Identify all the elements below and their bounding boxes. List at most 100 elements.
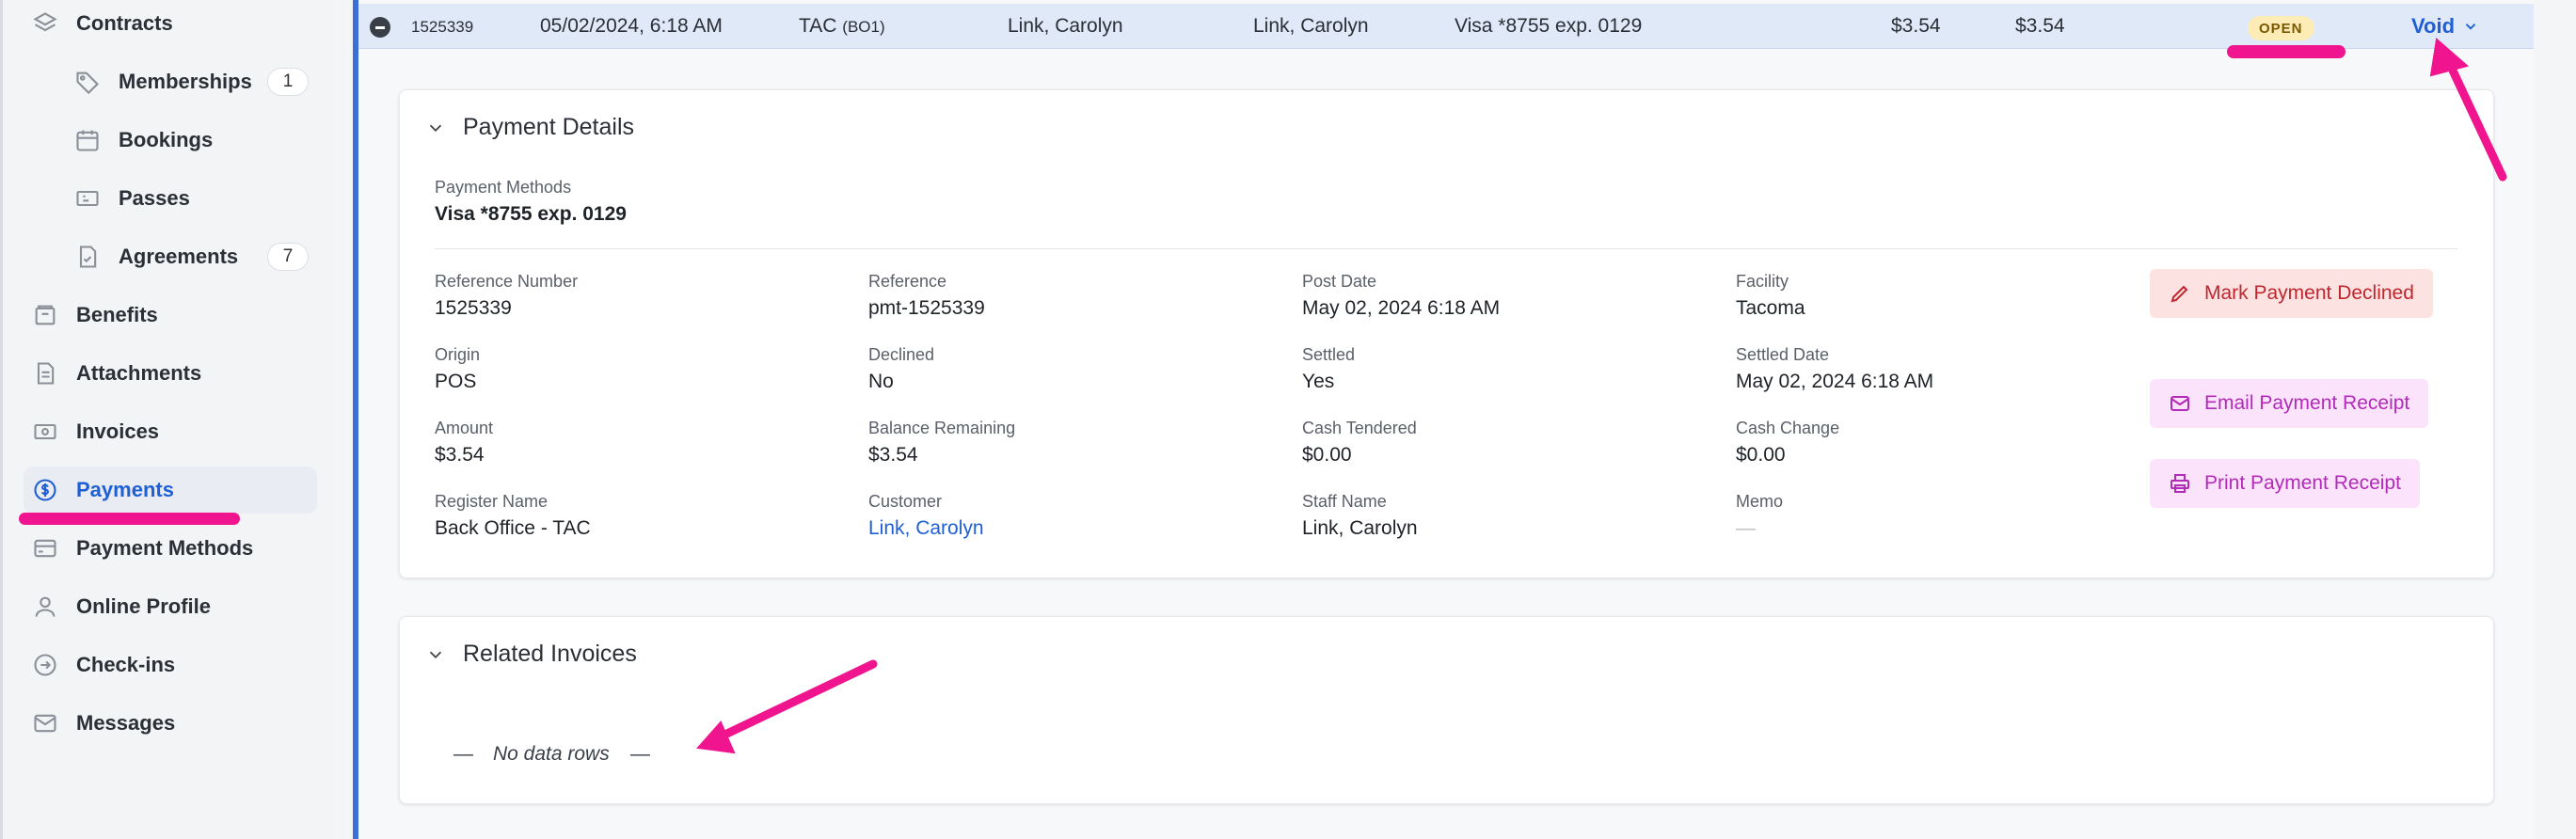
button-label: Email Payment Receipt	[2204, 392, 2410, 414]
document-check-icon	[73, 243, 102, 271]
sidebar-item-label: Bookings	[119, 128, 214, 151]
sidebar-item-agreements[interactable]: Agreements 7	[73, 233, 309, 280]
user-icon	[31, 593, 59, 621]
empty-state-text: No data rows	[493, 743, 610, 765]
sidebar-item-online-profile[interactable]: Online Profile	[31, 583, 211, 630]
agreements-count-badge: 7	[267, 243, 309, 271]
post-date-value: May 02, 2024 6:18 AM	[1302, 297, 1501, 319]
field-label: Post Date	[1302, 272, 1377, 291]
payment-details-header[interactable]: Payment Details	[425, 114, 634, 141]
location-name: TAC	[799, 15, 837, 37]
empty-dash: —	[630, 743, 650, 765]
payment-staff: Link, Carolyn	[1008, 15, 1123, 37]
balance-remaining-value: $3.54	[868, 444, 918, 466]
button-label: Mark Payment Declined	[2204, 282, 2414, 304]
sidebar-item-label: Memberships	[119, 70, 252, 93]
field-label: Origin	[435, 345, 481, 364]
field-label: Cash Tendered	[1302, 419, 1417, 437]
chevron-down-icon	[429, 124, 442, 132]
payment-method: Visa *8755 exp. 0129	[1455, 15, 1643, 37]
declined-value: No	[868, 371, 894, 392]
sidebar-item-benefits[interactable]: Benefits	[31, 292, 158, 339]
document-icon	[31, 359, 59, 388]
field-label: Reference	[868, 272, 947, 291]
email-payment-receipt-button[interactable]: Email Payment Receipt	[2150, 379, 2429, 428]
field-label: Settled Date	[1736, 345, 1830, 364]
ticket-icon	[73, 184, 102, 213]
sidebar-item-bookings[interactable]: Bookings	[73, 117, 213, 164]
divider	[435, 248, 2457, 249]
field-label: Facility	[1736, 272, 1789, 291]
origin-value: POS	[435, 371, 477, 392]
pencil-icon	[2171, 285, 2188, 303]
staff-name-value: Link, Carolyn	[1302, 517, 1418, 539]
sidebar-item-passes[interactable]: Passes	[73, 175, 190, 222]
sidebar-item-check-ins[interactable]: Check-ins	[31, 641, 175, 689]
related-invoices-header[interactable]: Related Invoices	[425, 641, 637, 668]
amount-value: $3.54	[435, 444, 485, 466]
collapse-row-icon[interactable]	[370, 17, 390, 38]
credit-card-icon	[31, 534, 59, 562]
printer-icon	[2171, 474, 2189, 493]
field-label: Memo	[1736, 492, 1784, 511]
void-label: Void	[2411, 14, 2456, 38]
envelope-icon	[31, 709, 59, 737]
field-label: Staff Name	[1302, 492, 1387, 511]
sidebar-item-label: Attachments	[76, 361, 202, 385]
table-row[interactable]: 1525339 05/02/2024, 6:18 AM TAC (BO1) Li…	[358, 4, 2534, 49]
memo-value: —	[1736, 517, 1756, 539]
register-name-value: Back Office - TAC	[435, 517, 591, 539]
cash-change-value: $0.00	[1736, 444, 1786, 466]
sidebar-item-payment-methods[interactable]: Payment Methods	[31, 525, 253, 572]
sidebar-item-label: Check-ins	[76, 653, 176, 676]
field-label: Cash Change	[1736, 419, 1840, 437]
chevron-down-icon	[2465, 24, 2476, 30]
reference-number-value: 1525339	[435, 297, 512, 319]
annotation-underline-status	[2227, 45, 2345, 58]
memberships-count-badge: 1	[267, 68, 309, 96]
settled-date-value: May 02, 2024 6:18 AM	[1736, 371, 1934, 392]
calendar-icon	[73, 126, 102, 154]
field-label: Amount	[435, 419, 494, 437]
cash-tendered-value: $0.00	[1302, 444, 1352, 466]
payment-location: TAC (BO1)	[799, 15, 885, 38]
payment-methods-value: Visa *8755 exp. 0129	[435, 203, 627, 225]
field-label: Settled	[1302, 345, 1356, 364]
mark-payment-declined-button[interactable]: Mark Payment Declined	[2150, 269, 2433, 318]
void-button[interactable]: Void	[2411, 14, 2479, 39]
sidebar-item-contracts[interactable]: Contracts	[31, 0, 173, 47]
related-invoices-card: Related Invoices — No data rows —	[399, 616, 2494, 804]
customer-link[interactable]: Link, Carolyn	[868, 517, 984, 540]
section-title: Related Invoices	[463, 641, 637, 667]
envelope-icon	[2171, 396, 2189, 411]
payment-customer: Link, Carolyn	[1253, 15, 1369, 37]
sidebar-item-label: Benefits	[76, 303, 158, 326]
payment-id: 1525339	[411, 18, 474, 36]
sidebar-item-invoices[interactable]: Invoices	[31, 408, 159, 455]
dollar-circle-icon	[31, 476, 59, 504]
archive-icon	[31, 301, 59, 329]
payment-balance: $3.54	[2015, 15, 2065, 37]
empty-dash: —	[453, 743, 473, 765]
sidebar-item-payments[interactable]: Payments	[24, 467, 317, 514]
sidebar-item-label: Payments	[76, 478, 174, 501]
sidebar: Contracts Memberships 1 Bookings Passes …	[0, 0, 334, 839]
sidebar-item-messages[interactable]: Messages	[31, 700, 175, 747]
sidebar-item-label: Payment Methods	[76, 536, 254, 560]
field-label: Declined	[868, 345, 935, 364]
sidebar-item-label: Passes	[119, 186, 190, 210]
sidebar-item-attachments[interactable]: Attachments	[31, 350, 201, 397]
tag-icon	[73, 68, 102, 96]
sidebar-item-memberships[interactable]: Memberships 1	[73, 58, 309, 105]
location-code: (BO1)	[842, 18, 885, 36]
print-payment-receipt-button[interactable]: Print Payment Receipt	[2150, 459, 2420, 508]
payment-datetime: 05/02/2024, 6:18 AM	[540, 15, 723, 37]
arrow-circle-icon	[31, 651, 59, 679]
cash-icon	[31, 418, 59, 446]
field-label: Reference Number	[435, 272, 579, 291]
section-title: Payment Details	[463, 114, 635, 140]
status-badge: OPEN	[2248, 16, 2314, 40]
sidebar-item-label: Messages	[76, 711, 176, 735]
facility-value: Tacoma	[1736, 297, 1805, 319]
annotation-underline-payments	[19, 513, 240, 525]
